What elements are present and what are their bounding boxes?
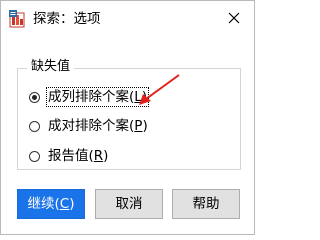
title-bar[interactable]: 探索：选项 [1, 1, 254, 35]
red-arrow-annotation [139, 74, 180, 105]
radio-indicator[interactable] [29, 150, 40, 162]
help-button[interactable]: 帮助 [172, 189, 240, 219]
close-icon [228, 12, 240, 24]
close-button[interactable] [219, 5, 249, 31]
cancel-button[interactable]: 取消 [95, 189, 163, 219]
radio-label-report-values: 报告值(R) [48, 148, 109, 164]
continue-button[interactable]: 继续(C) [17, 189, 85, 219]
missing-values-legend: 缺失值 [27, 59, 75, 75]
spss-app-icon [9, 10, 25, 28]
radio-exclude-pairwise[interactable]: 成对排除个案(P) [29, 115, 149, 137]
radio-label-exclude-listwise: 成列排除个案(L) [45, 87, 150, 107]
radio-exclude-listwise[interactable]: 成列排除个案(L) [29, 86, 150, 108]
radio-indicator[interactable] [29, 120, 40, 132]
radio-report-values[interactable]: 报告值(R) [29, 145, 109, 167]
explore-options-dialog: 探索：选项 缺失值 成列排除个案(L) 成对排除个案(P) 报告值(R) 继续(… [0, 0, 255, 235]
radio-indicator[interactable] [29, 91, 40, 103]
radio-label-exclude-pairwise: 成对排除个案(P) [48, 118, 148, 134]
dialog-title: 探索：选项 [33, 11, 101, 27]
